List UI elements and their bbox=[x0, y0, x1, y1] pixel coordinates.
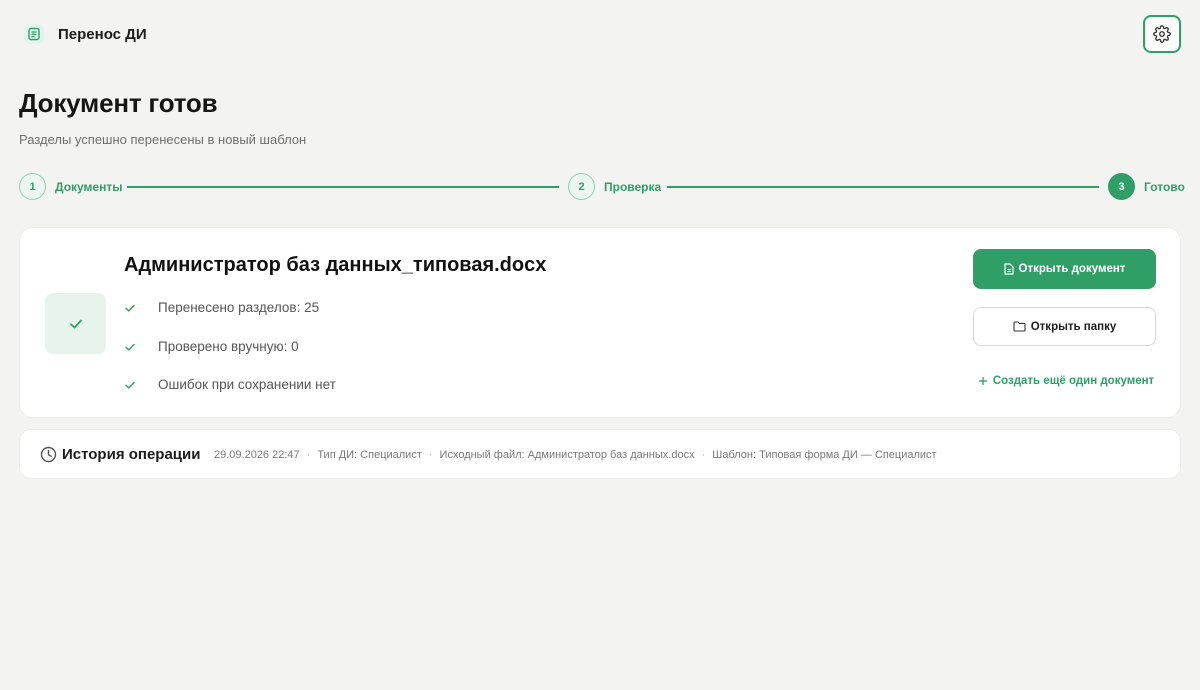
history-date: 29.09.2026 22:47 bbox=[214, 449, 300, 461]
open-folder-label: Открыть папку bbox=[1030, 320, 1117, 333]
result-card: Администратор баз данных_типовая.docx Пе… bbox=[19, 227, 1181, 418]
settings-button[interactable] bbox=[1143, 15, 1181, 53]
step-connector bbox=[667, 186, 1099, 188]
clock-icon bbox=[40, 446, 57, 463]
history-title: История операции bbox=[62, 446, 201, 463]
open-document-button[interactable]: Открыть документ bbox=[973, 249, 1156, 289]
meta-separator: · bbox=[306, 449, 311, 461]
success-badge bbox=[45, 293, 106, 354]
history-template: Шаблон: Типовая форма ДИ — Специалист bbox=[712, 449, 937, 461]
checkmark-icon bbox=[68, 316, 84, 332]
plus-icon bbox=[978, 376, 988, 386]
history-card: История операции 29.09.2026 22:47 · Тип … bbox=[19, 429, 1181, 479]
meta-separator: · bbox=[428, 449, 433, 461]
step-label: Готово bbox=[1144, 179, 1185, 194]
step-number: 3 bbox=[1108, 173, 1135, 200]
app-title: Перенос ДИ bbox=[58, 25, 147, 43]
step-done[interactable]: 3 Готово bbox=[1108, 173, 1185, 200]
stat-text: Перенесено разделов: 25 bbox=[158, 300, 320, 315]
step-label: Проверка bbox=[604, 179, 662, 194]
history-source-file: Исходный файл: Администратор баз данных.… bbox=[439, 449, 695, 461]
folder-icon bbox=[1013, 321, 1026, 332]
document-icon bbox=[24, 24, 44, 44]
history-di-type: Тип ДИ: Специалист bbox=[317, 449, 422, 461]
open-document-label: Открыть документ bbox=[1018, 263, 1126, 275]
step-connector bbox=[127, 186, 559, 188]
gear-icon bbox=[1153, 25, 1171, 43]
stepper: 1 Документы 2 Проверка 3 Готово bbox=[19, 173, 1185, 200]
page-title: Документ готов bbox=[19, 88, 218, 118]
stat-text: Проверено вручную: 0 bbox=[158, 339, 299, 354]
check-icon bbox=[124, 379, 138, 391]
app-header: Перенос ДИ bbox=[0, 0, 1200, 70]
step-number: 1 bbox=[19, 173, 46, 200]
step-review[interactable]: 2 Проверка bbox=[568, 173, 661, 200]
meta-separator: · bbox=[701, 449, 706, 461]
history-meta: 29.09.2026 22:47 · Тип ДИ: Специалист · … bbox=[214, 449, 937, 461]
stat-text: Ошибок при сохранении нет bbox=[158, 377, 336, 392]
open-folder-button[interactable]: Открыть папку bbox=[973, 307, 1156, 346]
file-icon bbox=[1003, 263, 1014, 275]
page-subtitle: Разделы успешно перенесены в новый шабло… bbox=[19, 132, 307, 147]
stat-sections-transferred: Перенесено разделов: 25 bbox=[124, 300, 319, 315]
stat-save-errors: Ошибок при сохранении нет bbox=[124, 377, 336, 392]
create-another-label: Создать ещё один документ bbox=[992, 375, 1155, 387]
stat-manually-checked: Проверено вручную: 0 bbox=[124, 339, 299, 354]
document-file-name: Администратор баз данных_типовая.docx bbox=[124, 254, 547, 276]
check-icon bbox=[124, 302, 138, 314]
create-another-document-link[interactable]: Создать ещё один документ bbox=[978, 373, 1154, 389]
brand: Перенос ДИ bbox=[24, 24, 147, 44]
check-icon bbox=[124, 341, 138, 353]
step-label: Документы bbox=[55, 179, 123, 194]
step-number: 2 bbox=[568, 173, 595, 200]
step-documents[interactable]: 1 Документы bbox=[19, 173, 122, 200]
